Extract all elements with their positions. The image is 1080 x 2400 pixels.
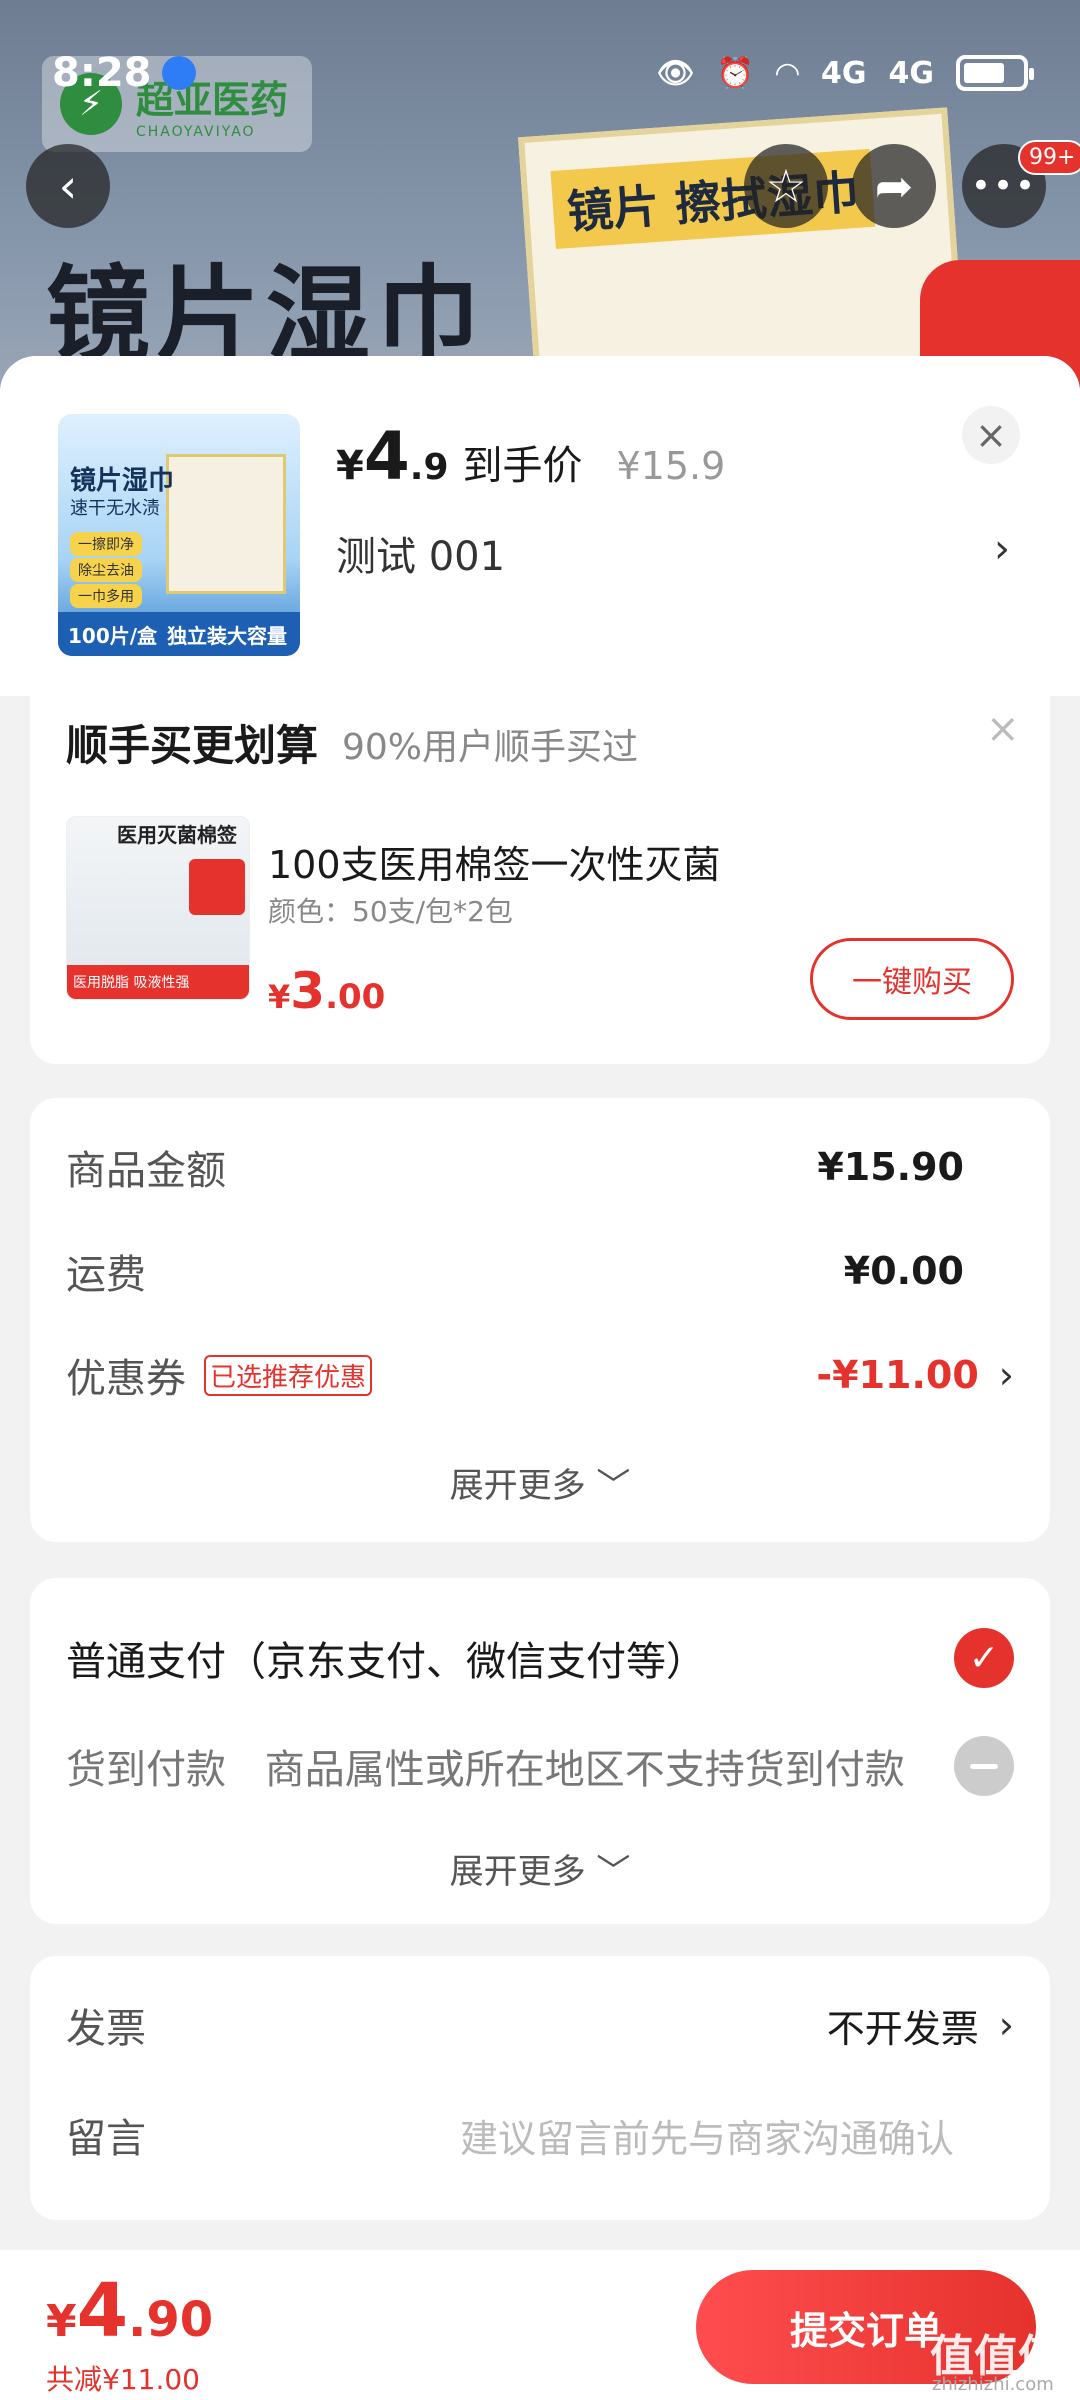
thumb-box-image	[166, 454, 286, 594]
chevron-right-icon: ›	[998, 1353, 1014, 1397]
message-input[interactable]: 建议留言前先与商家沟通确认	[460, 2108, 954, 2163]
upsell-title: 顺手买更划算	[66, 721, 319, 770]
message-label: 留言	[66, 2116, 146, 2162]
thumb-bar-text: 独立装大容量	[167, 623, 288, 648]
coupon-value: -¥11.00	[816, 1353, 979, 1397]
payment-option-cod: 货到付款 商品属性或所在地区不支持货到付款	[66, 1736, 1014, 1796]
message-row[interactable]: 留言 建议留言前先与商家沟通确认	[66, 2106, 1014, 2164]
invoice-value: 不开发票	[826, 2006, 979, 2051]
original-price: ¥15.9	[616, 444, 726, 488]
upsell-price-decimal: .00	[325, 977, 386, 1017]
total-integer: 4	[76, 2268, 129, 2354]
share-button[interactable]: ➦	[852, 144, 936, 228]
expand-more-payment[interactable]: 展开更多 ﹀	[30, 1844, 1050, 1893]
payment-cod-text: 货到付款 商品属性或所在地区不支持货到付款	[66, 1737, 905, 1795]
payment-normal-label: 普通支付（京东支付、微信支付等）	[66, 1639, 706, 1685]
upsell-thumb-tag	[189, 859, 245, 915]
status-time: 8:28	[52, 50, 152, 96]
price-line: ¥4.9 到手价 ¥15.9	[336, 418, 725, 495]
goods-amount-value: ¥15.90	[817, 1145, 964, 1189]
total-price: ¥4.90	[46, 2268, 213, 2354]
coupon-row[interactable]: 优惠券 已选推荐优惠 -¥11.00 ›	[66, 1346, 1014, 1404]
payment-method-card: 普通支付（京东支付、微信支付等） ✓ 货到付款 商品属性或所在地区不支持货到付款…	[30, 1578, 1050, 1924]
upsell-subtitle: 90%用户顺手买过	[342, 727, 639, 768]
backdrop-box-label: 镜片 擦拭湿巾	[550, 148, 876, 249]
thumb-footer-bar: 100片/盒 独立装大容量	[58, 612, 300, 656]
chevron-right-icon: ›	[998, 2003, 1014, 2047]
price-integer: 4	[363, 418, 410, 495]
checkmark-icon[interactable]: ✓	[954, 1628, 1014, 1688]
one-click-buy-button[interactable]: 一键购买	[810, 938, 1014, 1020]
alarm-icon: ⏰	[716, 55, 754, 91]
payment-cod-label: 货到付款	[66, 1747, 226, 1793]
thumb-count: 100片/盒	[68, 623, 158, 648]
thumb-tag: 除尘去油	[70, 558, 142, 582]
upsell-price: ¥3.00	[268, 962, 385, 1020]
status-time-wrap: 8:28	[52, 50, 196, 96]
payment-option-normal[interactable]: 普通支付（京东支付、微信支付等） ✓	[66, 1628, 1014, 1688]
thumb-tag: 一擦即净	[70, 532, 142, 556]
upsell-product-name[interactable]: 100支医用棉签一次性灭菌	[268, 834, 721, 889]
goods-amount-label: 商品金额	[66, 1148, 226, 1194]
coupon-label: 优惠券	[66, 1356, 186, 1402]
price-symbol: ¥	[336, 443, 364, 489]
total-decimal: .90	[128, 2292, 214, 2348]
favorite-button[interactable]: ☆	[744, 144, 828, 228]
upsell-card: 顺手买更划算 90%用户顺手买过 × 医用灭菌棉签 医用脱脂 吸液性强 100支…	[30, 692, 1050, 1064]
shipping-row: 运费 ¥0.00	[66, 1242, 1014, 1300]
upsell-price-integer: 3	[290, 962, 326, 1020]
shipping-label: 运费	[66, 1252, 146, 1298]
chevron-left-icon: ‹	[58, 159, 78, 213]
product-summary: 镜片湿巾 速干无水渍 一擦即净 除尘去油 一巾多用 100片/盒 独立装大容量 …	[0, 356, 1080, 696]
star-icon: ☆	[765, 159, 807, 213]
thumb-subtitle: 速干无水渍	[70, 498, 160, 519]
signal-4g-icon-2: 4G	[888, 55, 935, 91]
upsell-product-spec: 颜色：50支/包*2包	[268, 895, 513, 928]
product-thumbnail[interactable]: 镜片湿巾 速干无水渍 一擦即净 除尘去油 一巾多用 100片/盒 独立装大容量	[58, 414, 300, 656]
invoice-row[interactable]: 发票 不开发票 ›	[66, 1996, 1014, 2054]
invoice-message-card: 发票 不开发票 › 留言 建议留言前先与商家沟通确认	[30, 1956, 1050, 2220]
price-label: 到手价	[462, 443, 583, 489]
thumb-tag: 一巾多用	[70, 584, 142, 608]
amount-summary-card: 商品金额 ¥15.90 运费 ¥0.00 优惠券 已选推荐优惠 -¥11.00 …	[30, 1098, 1050, 1542]
total-symbol: ¥	[46, 2296, 77, 2347]
payment-cod-note: 商品属性或所在地区不支持货到付款	[264, 1747, 905, 1793]
thumb-title: 镜片湿巾	[70, 466, 175, 496]
shipping-value: ¥0.00	[843, 1249, 964, 1293]
total-saved: 共减¥11.00	[46, 2363, 200, 2396]
upsell-thumb-footer: 医用脱脂 吸液性强	[67, 965, 249, 999]
chevron-right-icon[interactable]: ›	[994, 526, 1010, 572]
signal-4g-icon: 4G	[821, 55, 867, 91]
disabled-radio-icon	[954, 1736, 1014, 1796]
eye-icon: 👁	[656, 55, 695, 91]
notification-bulb-icon	[161, 56, 196, 90]
upsell-thumb-title: 医用灭菌棉签	[117, 823, 237, 847]
close-sheet-button[interactable]: ×	[962, 406, 1020, 464]
watermark-url: zhizhizhi.com	[932, 2374, 1054, 2395]
close-icon: ×	[975, 413, 1007, 457]
checkout-bottom-bar: ¥4.90 共减¥11.00 提交订单	[0, 2250, 1080, 2400]
expand-more-amounts[interactable]: 展开更多 ﹀	[30, 1458, 1050, 1507]
upsell-product-thumbnail[interactable]: 医用灭菌棉签 医用脱脂 吸液性强	[66, 816, 250, 1000]
back-button[interactable]: ‹	[26, 144, 110, 228]
price-decimal: .9	[409, 447, 449, 488]
status-icons: 👁 ⏰ ◠ 4G 4G	[656, 55, 1034, 91]
final-price: ¥4.9	[336, 418, 449, 495]
checkout-sheet: 镜片湿巾 速干无水渍 一擦即净 除尘去油 一巾多用 100片/盒 独立装大容量 …	[0, 356, 1080, 2256]
status-bar: 8:28 👁 ⏰ ◠ 4G 4G	[0, 0, 1080, 118]
upsell-price-symbol: ¥	[268, 978, 291, 1016]
wifi-icon: ◠	[775, 55, 799, 91]
close-upsell-button[interactable]: ×	[986, 706, 1020, 752]
goods-amount-row: 商品金额 ¥15.90	[66, 1138, 1014, 1196]
selected-spec[interactable]: 测试 001	[336, 524, 505, 582]
invoice-label: 发票	[66, 2006, 146, 2052]
coupon-tag: 已选推荐优惠	[204, 1354, 373, 1396]
brand-name-en: CHAOYAVIYAO	[136, 123, 256, 140]
share-icon: ➦	[874, 159, 914, 213]
notification-badge: 99+	[1018, 140, 1080, 175]
battery-icon	[956, 55, 1034, 91]
